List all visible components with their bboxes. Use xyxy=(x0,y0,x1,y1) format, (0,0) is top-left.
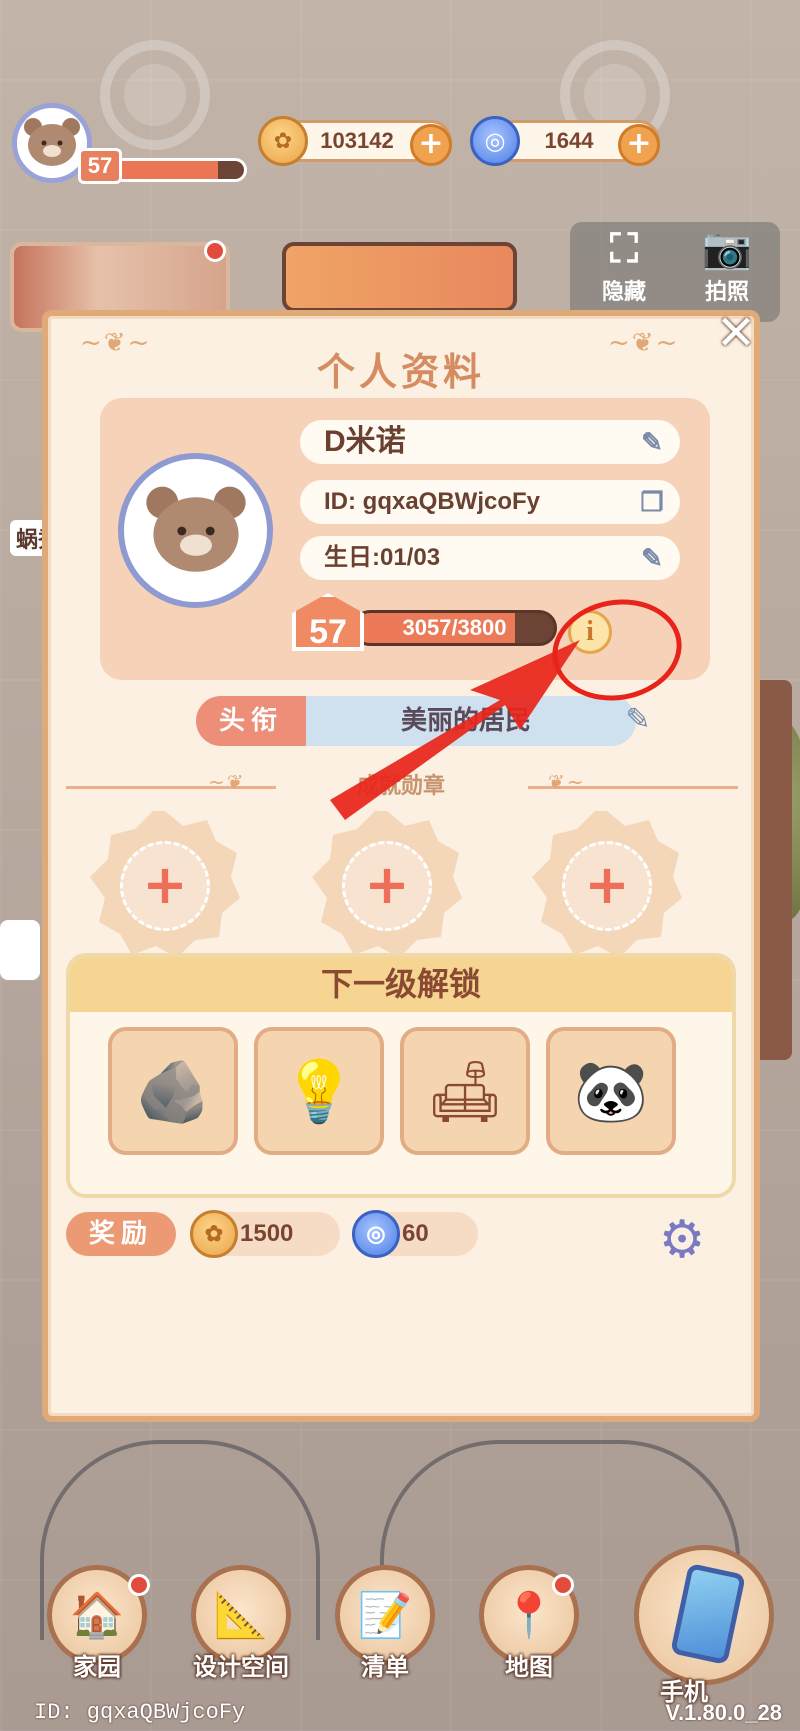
side-item-decoration xyxy=(0,920,40,980)
gem-icon: ◎ xyxy=(352,1210,400,1258)
level-xp-text: 3057/3800 xyxy=(402,615,507,640)
close-button[interactable]: ✕ xyxy=(712,309,760,358)
floor-lamp-icon: 💡 xyxy=(281,1056,357,1127)
reward-coins: ✿ 1500 xyxy=(190,1210,340,1258)
sun-decoration xyxy=(100,40,210,150)
player-xp-bar xyxy=(112,158,247,182)
nav-design-label: 设计空间 xyxy=(193,1653,289,1681)
add-gems-button[interactable]: + xyxy=(618,124,660,166)
phone-icon xyxy=(670,1562,746,1666)
photo-label: 拍照 xyxy=(704,280,749,305)
next-level-unlock-panel: 下一级解锁 🪨 💡 🛋 🐼 xyxy=(66,953,736,1198)
nav-design[interactable]: 📐 设计空间 xyxy=(186,1565,296,1682)
nav-map-label: 地图 xyxy=(505,1653,553,1681)
gem-icon: ◎ xyxy=(470,116,520,166)
bear-avatar-icon xyxy=(24,118,80,166)
reward-gem-amount: 60 xyxy=(402,1220,429,1247)
copy-icon[interactable]: ❐ xyxy=(634,484,670,520)
unlock-title: 下一级解锁 xyxy=(70,957,732,1012)
name-field: D米诺 ✎ xyxy=(300,420,680,464)
id-field: ID: gqxaQBWjcoFy ❐ xyxy=(300,480,680,524)
edit-pencil-icon[interactable]: ✎ xyxy=(634,424,670,460)
player-id: ID: gqxaQBWjcoFy xyxy=(324,488,541,515)
glass-table-icon: 🛋 xyxy=(426,1056,504,1127)
bear-avatar-icon xyxy=(145,486,246,572)
add-coins-button[interactable]: + xyxy=(410,124,452,166)
frame-icon: ⛶ xyxy=(610,226,638,272)
notification-dot xyxy=(204,240,226,262)
reward-gems: ◎ 60 xyxy=(352,1210,478,1258)
notification-dot xyxy=(128,1574,150,1596)
player-name: D米诺 xyxy=(324,425,406,458)
medal-slot-3[interactable]: + xyxy=(532,811,682,961)
reward-row: 奖励 ✿ 1500 ◎ 60 xyxy=(66,1206,736,1262)
coin-amount: 103142 xyxy=(320,128,394,153)
photo-button[interactable]: 📷 拍照 xyxy=(682,224,772,306)
gem-amount: 1644 xyxy=(544,128,594,153)
profile-avatar[interactable] xyxy=(118,453,273,608)
level-house-badge: 57 xyxy=(292,593,364,651)
nav-list-label: 清单 xyxy=(361,1653,409,1681)
achievements-label: 成就勋章 xyxy=(356,774,445,799)
notification-dot xyxy=(552,1574,574,1596)
nav-list[interactable]: 📝 清单 xyxy=(330,1565,440,1682)
weather-card[interactable] xyxy=(282,242,517,312)
unlock-item[interactable]: 🐼 xyxy=(546,1027,676,1155)
unlock-item[interactable]: 💡 xyxy=(254,1027,384,1155)
reward-label: 奖励 xyxy=(66,1212,176,1256)
camera-icon: 📷 xyxy=(702,226,752,272)
birthday-field: 生日:01/03 ✎ xyxy=(300,536,680,580)
nav-home-label: 家园 xyxy=(73,1653,121,1681)
version-label: V.1.80.0_28 xyxy=(665,1700,782,1725)
dialog-title: 个人资料 xyxy=(316,350,485,394)
unlock-item[interactable]: 🪨 xyxy=(108,1027,238,1155)
coin-icon: ✿ xyxy=(190,1210,238,1258)
settings-gear-icon[interactable]: ⚙ xyxy=(656,1214,708,1266)
hide-ui-button[interactable]: ⛶ 隐藏 xyxy=(584,224,664,306)
medal-slot-2[interactable]: + xyxy=(312,811,462,961)
edit-pencil-icon[interactable]: ✎ xyxy=(620,702,656,738)
add-medal-icon: + xyxy=(342,841,432,931)
footer-player-id: ID: gqxaQBWjcoFy xyxy=(34,1700,246,1725)
title-value: 美丽的居民 xyxy=(296,696,636,746)
panda-plush-icon: 🐼 xyxy=(573,1056,649,1127)
player-birthday: 生日:01/03 xyxy=(324,544,441,571)
edit-pencil-icon[interactable]: ✎ xyxy=(634,540,670,576)
profile-dialog: ~❦~ ~❦~ 个人资料 D米诺 ✎ ID: gqxaQBWjcoFy ❐ 生日… xyxy=(42,310,760,1422)
hide-ui-label: 隐藏 xyxy=(601,280,646,305)
reward-coin-amount: 1500 xyxy=(240,1220,294,1247)
unlock-item[interactable]: 🛋 xyxy=(400,1027,530,1155)
title-row: 美丽的居民 头衔 ✎ xyxy=(196,696,651,746)
lamp-rock-icon: 🪨 xyxy=(135,1056,211,1127)
title-label: 头衔 xyxy=(196,696,306,746)
add-medal-icon: + xyxy=(562,841,652,931)
add-medal-icon: + xyxy=(120,841,210,931)
coin-icon: ✿ xyxy=(258,116,308,166)
nav-phone[interactable] xyxy=(634,1545,774,1685)
player-level-badge: 57 xyxy=(78,148,122,184)
medal-slot-1[interactable]: + xyxy=(90,811,240,961)
